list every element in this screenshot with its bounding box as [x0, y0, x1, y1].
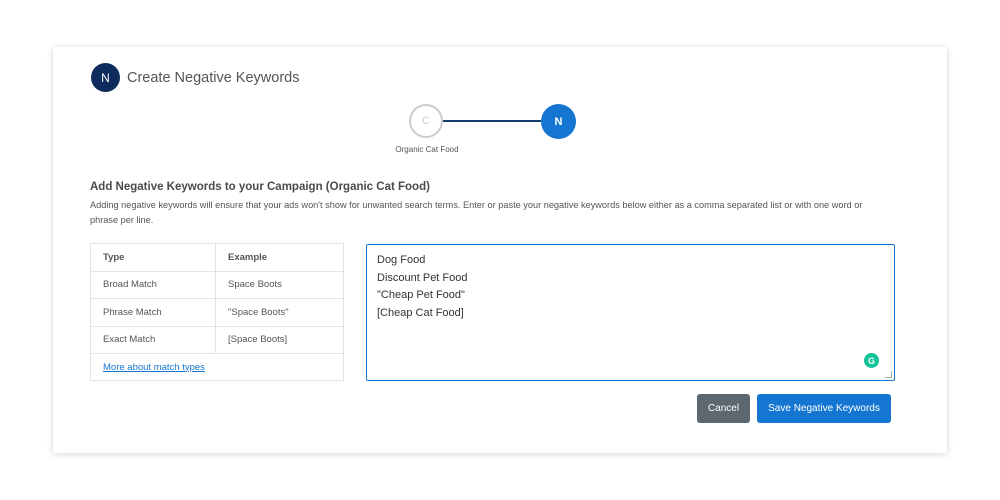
column-header-type: Type [91, 244, 216, 271]
table-row: Broad Match Space Boots [91, 271, 343, 299]
match-type-cell: Phrase Match [91, 299, 216, 326]
step-campaign[interactable]: C [409, 104, 443, 138]
step-negative-keywords[interactable]: N [541, 104, 576, 139]
match-example-cell: Space Boots [228, 279, 282, 291]
column-header-example: Example [228, 251, 268, 263]
table-header-row: Type Example [91, 244, 343, 272]
resize-handle[interactable] [885, 371, 892, 378]
page-title: Create Negative Keywords [127, 69, 300, 86]
match-types-table: Type Example Broad Match Space Boots Phr… [90, 243, 344, 381]
save-negative-keywords-button[interactable]: Save Negative Keywords [757, 394, 891, 423]
negative-keywords-value: Dog Food Discount Pet Food "Cheap Pet Fo… [377, 254, 468, 319]
grammarly-icon[interactable]: G [864, 353, 879, 368]
step-campaign-label: Organic Cat Food [395, 145, 459, 154]
more-about-match-types-link[interactable]: More about match types [103, 362, 205, 373]
match-example-cell: "Space Boots" [228, 306, 289, 318]
table-row: Phrase Match "Space Boots" [91, 299, 343, 327]
negative-keywords-textarea[interactable]: Dog Food Discount Pet Food "Cheap Pet Fo… [366, 244, 895, 381]
card-header: N Create Negative Keywords [91, 63, 299, 92]
stepper-connector [443, 120, 541, 122]
section-description: Adding negative keywords will ensure tha… [90, 200, 863, 225]
table-row: Exact Match [Space Boots] [91, 326, 343, 354]
create-negative-keywords-card: N Create Negative Keywords C N Organic C… [53, 47, 947, 453]
table-link-row: More about match types [91, 354, 343, 380]
match-type-cell: Exact Match [91, 326, 216, 353]
match-example-cell: [Space Boots] [228, 334, 288, 346]
match-type-cell: Broad Match [91, 271, 216, 298]
avatar: N [91, 63, 120, 92]
section-title: Add Negative Keywords to your Campaign (… [90, 181, 430, 193]
cancel-button[interactable]: Cancel [697, 394, 750, 423]
